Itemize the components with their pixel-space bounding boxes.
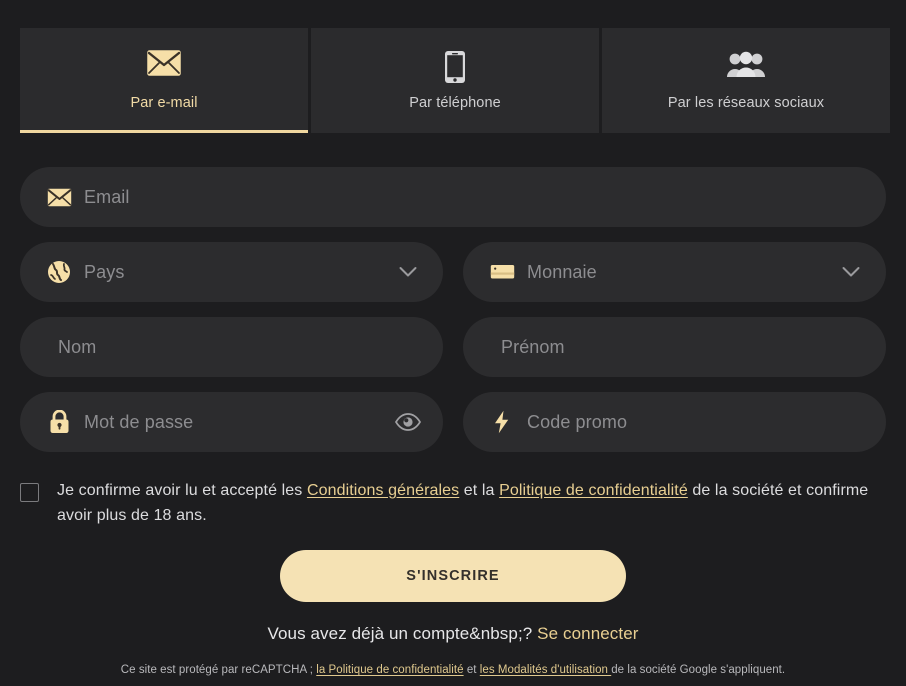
eye-icon[interactable] bbox=[395, 409, 421, 435]
envelope-icon bbox=[46, 184, 72, 210]
login-link[interactable]: Se connecter bbox=[537, 624, 638, 643]
chevron-down-icon[interactable] bbox=[838, 259, 864, 285]
terms-part-1: Je confirme avoir lu et accepté les bbox=[57, 482, 307, 499]
terms-text: Je confirme avoir lu et accepté les Cond… bbox=[57, 478, 886, 528]
country-select[interactable]: Pays bbox=[20, 242, 443, 302]
recaptcha-terms-link[interactable]: les Modalités d'utilisation bbox=[480, 664, 611, 676]
recaptcha-notice: Ce site est protégé par reCAPTCHA ; la P… bbox=[0, 644, 906, 676]
terms-checkbox[interactable] bbox=[20, 483, 39, 502]
recaptcha-part-2: et bbox=[463, 664, 480, 676]
tab-phone-label: Par téléphone bbox=[409, 95, 501, 111]
lightning-bolt-icon bbox=[489, 409, 515, 435]
currency-placeholder: Monnaie bbox=[527, 261, 597, 282]
existing-account-prompt: Vous avez déjà un compte&nbsp;? bbox=[267, 624, 533, 643]
banknote-icon bbox=[489, 259, 515, 285]
recaptcha-part-1: Ce site est protégé par reCAPTCHA ; bbox=[120, 664, 317, 676]
terms-part-2: et la bbox=[459, 482, 500, 499]
submit-row: S'INSCRIRE bbox=[0, 528, 906, 602]
form-row-country-currency: Pays Monnaie bbox=[20, 242, 886, 302]
chevron-down-icon[interactable] bbox=[395, 259, 421, 285]
form-row-password-promo: Mot de passe Code promo bbox=[20, 392, 886, 452]
form-row-name: Nom Prénom bbox=[20, 317, 886, 377]
tab-social[interactable]: Par les réseaux sociaux bbox=[602, 28, 890, 133]
existing-account-row: Vous avez déjà un compte&nbsp;? Se conne… bbox=[0, 602, 906, 644]
firstname-placeholder: Prénom bbox=[501, 336, 565, 357]
lock-icon bbox=[46, 409, 72, 435]
form-row-email: Email bbox=[20, 167, 886, 227]
lastname-placeholder: Nom bbox=[58, 336, 97, 357]
people-group-icon bbox=[726, 50, 766, 84]
signup-method-tabs: Par e-mail Par téléphone Par les réseaux… bbox=[0, 0, 906, 133]
promo-code-field[interactable]: Code promo bbox=[463, 392, 886, 452]
signup-button[interactable]: S'INSCRIRE bbox=[280, 550, 626, 602]
firstname-field[interactable]: Prénom bbox=[463, 317, 886, 377]
currency-select[interactable]: Monnaie bbox=[463, 242, 886, 302]
mobile-phone-icon bbox=[443, 50, 467, 84]
email-placeholder: Email bbox=[84, 186, 130, 207]
recaptcha-part-3: de la société Google s'appliquent. bbox=[611, 664, 786, 676]
tab-email[interactable]: Par e-mail bbox=[20, 28, 308, 133]
promo-code-placeholder: Code promo bbox=[527, 411, 628, 432]
globe-icon bbox=[46, 259, 72, 285]
terms-link-privacy[interactable]: Politique de confidentialité bbox=[499, 482, 688, 499]
envelope-icon bbox=[147, 50, 181, 84]
recaptcha-privacy-link[interactable]: la Politique de confidentialité bbox=[316, 664, 463, 676]
terms-agreement: Je confirme avoir lu et accepté les Cond… bbox=[0, 467, 906, 528]
tab-social-label: Par les réseaux sociaux bbox=[667, 95, 825, 111]
password-placeholder: Mot de passe bbox=[84, 411, 194, 432]
tab-email-label: Par e-mail bbox=[130, 95, 198, 111]
registration-form: Email Pays Monnaie Nom Prénom Mot de pas… bbox=[0, 133, 906, 452]
tab-phone[interactable]: Par téléphone bbox=[311, 28, 599, 133]
password-field[interactable]: Mot de passe bbox=[20, 392, 443, 452]
country-placeholder: Pays bbox=[84, 261, 125, 282]
email-field[interactable]: Email bbox=[20, 167, 886, 227]
registration-page: Par e-mail Par téléphone Par les réseaux… bbox=[0, 0, 906, 686]
lastname-field[interactable]: Nom bbox=[20, 317, 443, 377]
terms-link-conditions[interactable]: Conditions générales bbox=[307, 482, 459, 499]
